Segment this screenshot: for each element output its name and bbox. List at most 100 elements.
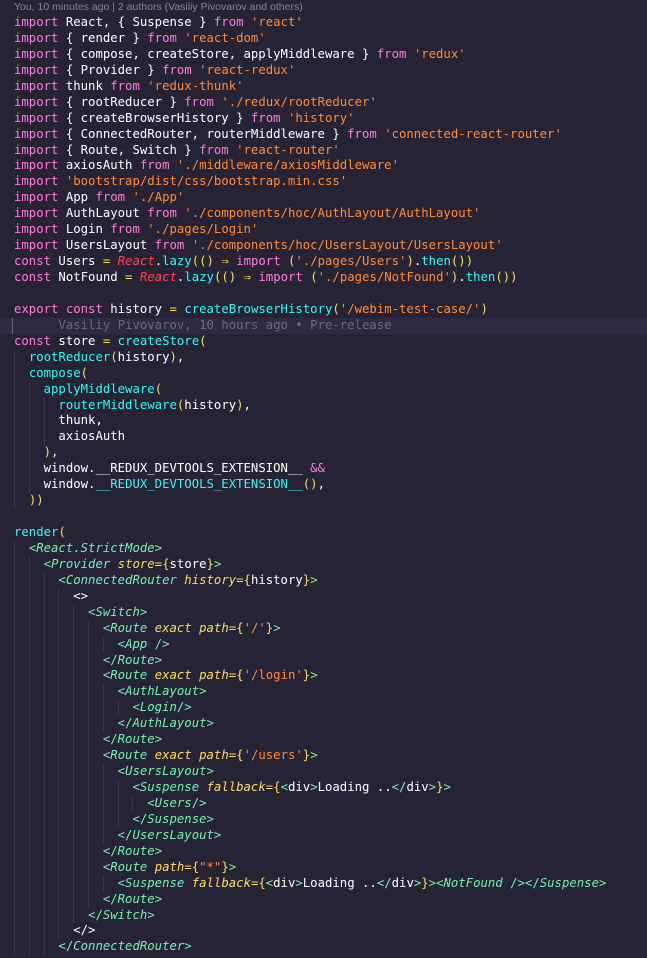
code-line[interactable]: </Route> — [0, 652, 647, 669]
indent-guide — [14, 588, 15, 605]
code-token: { — [236, 668, 244, 683]
code-line[interactable]: </Switch> — [0, 907, 647, 924]
code-line[interactable]: import Login from './pages/Login' — [0, 222, 647, 238]
code-line[interactable]: <Route exact path={'/'}> — [0, 620, 647, 637]
code-line[interactable]: </AuthLayout> — [0, 716, 647, 733]
code-line[interactable]: window.__REDUX_DEVTOOLS_EXTENSION__(), — [0, 477, 647, 494]
code-token: history — [102, 301, 170, 316]
indent-guide — [14, 700, 15, 717]
code-line[interactable]: import 'bootstrap/dist/css/bootstrap.min… — [0, 174, 647, 190]
indent-guide — [43, 923, 45, 940]
indent-guide — [14, 365, 15, 382]
code-line[interactable]: import UsersLayout from './components/ho… — [0, 238, 647, 254]
code-token: history — [184, 572, 237, 587]
code-line[interactable]: </UsersLayout> — [0, 827, 647, 844]
code-line[interactable]: </Route> — [0, 732, 647, 749]
code-line[interactable]: import axiosAuth from './middleware/axio… — [0, 158, 647, 174]
indent-guide — [14, 716, 15, 733]
code-line[interactable]: </Suspense> — [0, 811, 647, 828]
code-line[interactable]: <React.StrictMode> — [0, 540, 647, 557]
inline-blame-line[interactable]: Vasiliy Pivovarov, 10 hours ago • Pre-re… — [0, 317, 647, 334]
indent-guide — [73, 668, 75, 685]
code-line[interactable]: <Suspense fallback={<div>Loading ..</div… — [0, 780, 647, 796]
code-line[interactable]: thunk, — [0, 413, 647, 430]
indent-guide — [88, 780, 89, 796]
code-line[interactable]: import { ConnectedRouter, routerMiddlewa… — [0, 127, 647, 143]
code-line[interactable]: <UsersLayout> — [0, 764, 647, 780]
code-token: > — [295, 875, 303, 890]
code-line[interactable]: axiosAuth — [0, 429, 647, 446]
code-area[interactable]: import React, { Suspense } from 'react' i… — [0, 15, 647, 956]
code-line[interactable] — [0, 286, 647, 302]
code-token: import — [14, 142, 59, 157]
code-token: from — [250, 110, 281, 125]
code-line[interactable]: <Switch> — [0, 604, 647, 621]
indent-guide — [58, 588, 60, 605]
code-line[interactable]: import { render } from 'react-dom' — [0, 31, 647, 47]
code-token: import — [258, 270, 303, 284]
code-line[interactable]: compose( — [0, 365, 647, 382]
indent-guide — [58, 907, 60, 924]
code-line[interactable]: <Login/> — [0, 700, 647, 717]
indent-guide — [14, 732, 15, 749]
code-line[interactable]: import { compose, createStore, applyMidd… — [0, 47, 647, 63]
code-token: React — [117, 254, 155, 269]
code-line[interactable]: <ConnectedRouter history={history}> — [0, 572, 647, 589]
code-line[interactable]: </Route> — [0, 891, 647, 908]
indent-guide — [14, 811, 15, 828]
code-line[interactable]: <AuthLayout> — [0, 684, 647, 701]
indent-guide — [117, 795, 119, 812]
code-line[interactable]: <Users/> — [0, 795, 647, 812]
code-line[interactable] — [0, 509, 647, 525]
code-token: React.StrictMode — [36, 540, 155, 555]
code-token: ) — [236, 397, 244, 412]
code-line[interactable]: <Route exact path={'/login'}> — [0, 668, 647, 685]
code-line[interactable]: render( — [0, 525, 647, 541]
code-line[interactable]: import AuthLayout from './components/hoc… — [0, 206, 647, 222]
code-token: ConnectedRouter — [73, 939, 185, 954]
indent-guide — [43, 859, 45, 876]
code-line[interactable]: export const history = createBrowserHist… — [0, 302, 647, 318]
indent-guide — [43, 620, 45, 637]
code-line[interactable]: <Suspense fallback={<div>Loading ..</div… — [0, 875, 647, 892]
code-line[interactable]: <Route exact path={'/users'}> — [0, 748, 647, 765]
code-line[interactable]: import thunk from 'redux-thunk' — [0, 79, 647, 95]
code-line[interactable]: import { createBrowserHistory } from 'hi… — [0, 111, 647, 127]
code-line[interactable]: routerMiddleware(history), — [0, 397, 647, 414]
indent-guide — [88, 652, 89, 669]
code-line[interactable]: const NotFound = React.lazy(() ⇒ import … — [0, 270, 647, 286]
code-line[interactable]: import { rootReducer } from './redux/roo… — [0, 95, 647, 111]
code-line[interactable]: <> — [0, 588, 647, 605]
code-token: ()) — [495, 270, 518, 284]
code-line[interactable]: <Provider store={store}> — [0, 556, 647, 573]
code-line[interactable]: applyMiddleware( — [0, 381, 647, 398]
indent-guide — [28, 732, 30, 749]
code-line[interactable]: window.__REDUX_DEVTOOLS_EXTENSION__ && — [0, 461, 647, 478]
code-token: Vasiliy Pivovarov, 10 hours ago • Pre-re… — [14, 317, 392, 332]
code-line[interactable]: import React, { Suspense } from 'react' — [0, 15, 647, 31]
code-line[interactable]: rootReducer(history), — [0, 349, 647, 366]
code-line[interactable]: <Route path={"*"}> — [0, 859, 647, 876]
code-token: { — [273, 780, 281, 794]
code-line[interactable]: ), — [0, 445, 647, 462]
code-line[interactable]: import { Route, Switch } from 'react-rou… — [0, 143, 647, 159]
codelens-blame[interactable]: You, 10 minutes ago | 2 authors (Vasiliy… — [0, 0, 647, 15]
code-token: AuthLayout — [125, 684, 200, 699]
code-line[interactable]: )) — [0, 493, 647, 510]
code-line[interactable]: const Users = React.lazy(() ⇒ import ('.… — [0, 254, 647, 270]
code-line[interactable]: const store = createStore( — [0, 334, 647, 350]
code-line[interactable]: </ConnectedRouter> — [0, 939, 647, 956]
code-token: { Route, Switch } — [58, 142, 200, 157]
code-line[interactable]: </> — [0, 923, 647, 940]
code-line[interactable]: import { Provider } from 'react-redux' — [0, 63, 647, 79]
code-token: exact — [154, 620, 192, 635]
code-token: ()) — [450, 254, 474, 269]
indent-guide — [28, 652, 30, 669]
code-line[interactable]: <App /> — [0, 636, 647, 653]
code-line[interactable]: </Route> — [0, 843, 647, 860]
code-editor[interactable]: You, 10 minutes ago | 2 authors (Vasiliy… — [0, 0, 647, 958]
code-line[interactable]: import App from './App' — [0, 190, 647, 206]
